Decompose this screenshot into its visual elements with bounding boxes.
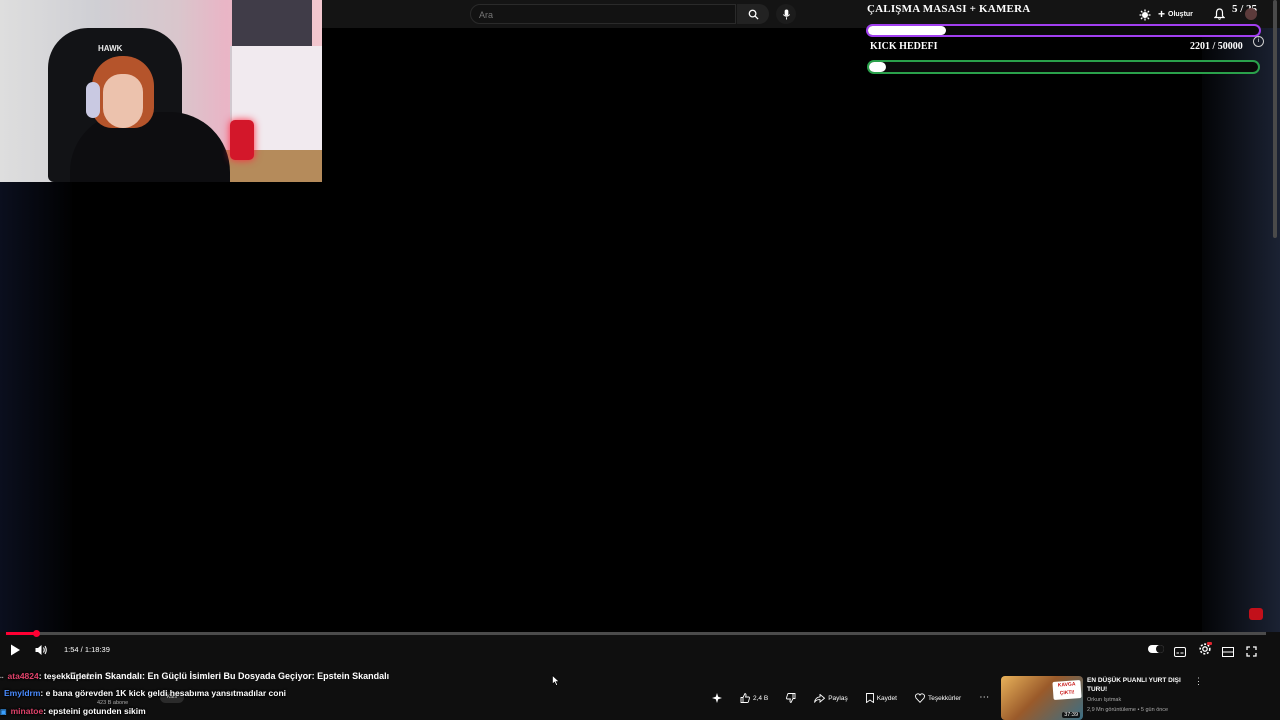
recommended-video-thumbnail[interactable]: KAVGA ÇIKTI! 37:39 <box>1001 676 1083 720</box>
channel-watermark-icon[interactable] <box>1249 608 1263 620</box>
create-label: Oluştur <box>1168 10 1193 18</box>
chair-logo: HAWK <box>98 44 123 53</box>
overlay-title: ÇALIŞMA MASASI + KAMERA <box>867 3 1031 15</box>
chat-text: : teşekkürlerr <box>38 671 93 681</box>
chat-message: Emyldrm: e bana görevden 1K kick geldi h… <box>0 688 286 698</box>
streamer-face <box>103 74 143 128</box>
video-duration: 37:39 <box>1062 712 1080 718</box>
overlay-progress-bar <box>866 24 1261 37</box>
page-scrollbar[interactable] <box>1273 0 1277 238</box>
action-bar: 2,4 B Paylaş Kaydet Teşekkürler ⋯ <box>708 690 993 706</box>
more-actions-button[interactable]: ⋯ <box>975 690 993 706</box>
dislike-button[interactable] <box>782 690 800 706</box>
autoplay-toggle[interactable] <box>1148 645 1164 653</box>
search-icon <box>748 9 759 20</box>
goal-progress-fill <box>869 62 887 72</box>
share-button[interactable]: Paylaş <box>810 690 852 706</box>
info-icon[interactable]: i <box>1253 36 1264 47</box>
search-box[interactable] <box>470 4 736 24</box>
theater-icon <box>1222 647 1234 657</box>
volume-icon <box>35 645 47 655</box>
recommended-video-meta: 2,9 Mn görüntüleme • 5 gün önce <box>1087 707 1169 713</box>
play-icon <box>11 644 20 656</box>
overlay-progress-fill <box>868 26 947 35</box>
thumbs-up-icon <box>740 693 750 703</box>
goal-count: 2201 / 50000 <box>1190 41 1243 52</box>
headset <box>86 82 100 118</box>
volume-button[interactable] <box>35 643 48 661</box>
more-icon: ⋯ <box>979 692 990 703</box>
chat-text: : e bana görevden 1K kick geldi hesabıma… <box>40 688 287 698</box>
theater-mode-button[interactable] <box>1222 644 1234 662</box>
chat-user: Emyldrm <box>4 688 41 698</box>
avatar[interactable] <box>1245 8 1257 20</box>
cast-icon[interactable] <box>1139 8 1151 26</box>
chat-message: ▣ minatoe: epsteini gotunden sikim <box>0 706 146 716</box>
kebab-menu-icon[interactable]: ⋮ <box>1194 676 1203 687</box>
chat-user: minatoe <box>10 706 44 716</box>
toggle-knob <box>1156 645 1164 653</box>
sparkle-icon <box>712 693 722 703</box>
goal-progress-bar <box>867 60 1260 74</box>
webcam-overlay: HAWK <box>0 0 322 182</box>
chat-text: : epsteini gotunden sikim <box>43 706 146 716</box>
gear-icon <box>1199 642 1212 655</box>
play-button[interactable] <box>10 643 21 661</box>
chat-message: ▪▪ ata4824: teşekkürlerr <box>0 671 93 681</box>
bookmark-icon <box>865 693 874 703</box>
heart-dollar-icon <box>915 693 925 703</box>
microphone-icon <box>782 8 790 20</box>
settings-button[interactable] <box>1198 642 1212 661</box>
thanks-button[interactable]: Teşekkürler <box>911 690 965 706</box>
video-title: Epstein Skandalı: En Güçlü İsimleri Bu D… <box>70 671 390 681</box>
plus-icon: + <box>1158 7 1166 21</box>
time-display: 1:54 / 1:18:39 <box>64 645 110 654</box>
recommended-video-title[interactable]: EN DÜŞÜK PUANLI YURT DIŞI TURU! <box>1087 676 1187 694</box>
like-button[interactable]: 2,4 B <box>736 690 772 706</box>
fullscreen-button[interactable] <box>1246 644 1257 662</box>
red-microphone <box>230 120 254 160</box>
hype-button[interactable] <box>708 690 726 706</box>
mouse-cursor-icon <box>552 673 560 691</box>
badge-icon: ▣ <box>0 709 7 716</box>
search-button[interactable] <box>737 4 769 24</box>
create-button[interactable]: + Oluştur <box>1158 6 1193 22</box>
search-input[interactable] <box>471 6 719 24</box>
captions-icon <box>1174 647 1186 657</box>
like-count: 2,4 B <box>753 694 769 702</box>
scrubber-handle[interactable] <box>33 630 41 637</box>
subtitles-button[interactable] <box>1174 644 1186 662</box>
goal-label: KICK HEDEFI <box>870 41 938 52</box>
share-icon <box>814 693 826 703</box>
bell-icon[interactable] <box>1213 7 1226 25</box>
share-label: Paylaş <box>828 694 848 702</box>
streamer-body <box>70 112 230 182</box>
voice-search-button[interactable] <box>776 4 796 24</box>
save-button[interactable]: Kaydet <box>862 690 901 706</box>
thumbs-down-icon <box>786 693 796 703</box>
progress-played <box>6 632 37 635</box>
recommended-channel-name[interactable]: Orkun Işıtmak <box>1087 697 1121 703</box>
fullscreen-icon <box>1246 646 1257 657</box>
save-label: Kaydet <box>876 694 897 702</box>
thumbnail-badge: KAVGA ÇIKTI! <box>1052 680 1082 700</box>
badge-icon: ▪▪ <box>0 675 4 681</box>
chat-user: ata4824 <box>7 671 39 681</box>
thanks-label: Teşekkürler <box>927 694 962 702</box>
video-progress-bar[interactable] <box>6 630 1266 637</box>
